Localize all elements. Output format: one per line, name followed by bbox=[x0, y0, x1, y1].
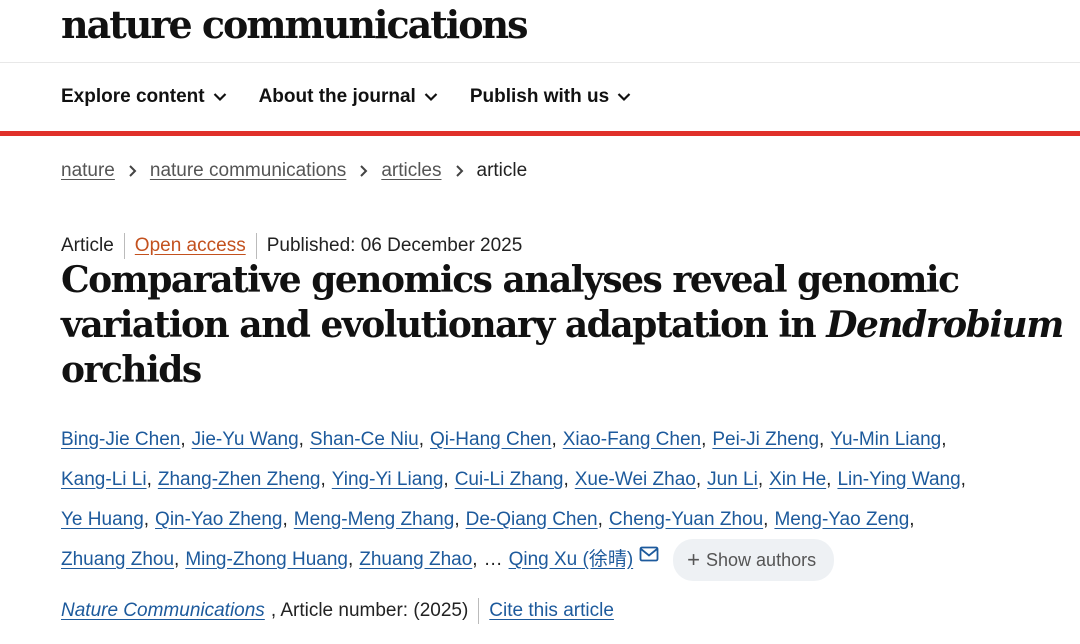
breadcrumb-articles[interactable]: articles bbox=[381, 160, 441, 182]
article-type: Article bbox=[61, 235, 114, 256]
separator: , bbox=[695, 469, 702, 490]
author-link[interactable]: Bing-Jie Chen bbox=[61, 425, 180, 455]
nav-label: Publish with us bbox=[469, 86, 610, 107]
separator: , bbox=[597, 509, 603, 530]
published-date: Published: 06 December 2025 bbox=[266, 235, 523, 256]
separator: , bbox=[763, 509, 769, 530]
nav-about-journal[interactable]: About the journal bbox=[259, 86, 438, 108]
title-text: variation and evolutionary adaptation in bbox=[61, 304, 827, 346]
separator: , bbox=[551, 429, 557, 450]
plus-icon: + bbox=[687, 547, 701, 572]
author-link[interactable]: Cheng-Yuan Zhou bbox=[609, 505, 763, 535]
meta-divider bbox=[255, 233, 257, 259]
title-line: Comparative genomics analyses reveal gen… bbox=[61, 259, 960, 301]
separator: , bbox=[298, 429, 304, 450]
breadcrumb-nature-communications[interactable]: nature communications bbox=[150, 160, 346, 182]
nav-label: Explore content bbox=[61, 86, 205, 107]
author-link[interactable]: Pei-Ji Zheng bbox=[712, 425, 819, 455]
separator: , bbox=[347, 549, 354, 570]
separator: , bbox=[757, 469, 764, 490]
separator: , bbox=[909, 509, 915, 530]
author-link[interactable]: De-Qiang Chen bbox=[466, 505, 598, 535]
chevron-down-icon bbox=[213, 93, 226, 102]
separator: , bbox=[941, 429, 947, 450]
author-link[interactable]: Yu-Min Liang bbox=[830, 425, 941, 455]
title-italic: Dendrobium bbox=[826, 304, 1064, 346]
nav-publish-with-us[interactable]: Publish with us bbox=[470, 86, 631, 108]
article-title: Comparative genomics analyses reveal gen… bbox=[61, 258, 1064, 393]
author-link[interactable]: Zhuang Zhou bbox=[61, 545, 174, 575]
title-line: variation and evolutionary adaptation in… bbox=[61, 303, 1064, 348]
breadcrumb-current: article bbox=[476, 160, 528, 181]
separator: , bbox=[146, 469, 152, 490]
separator: , bbox=[454, 509, 460, 530]
breadcrumb-nature[interactable]: nature bbox=[61, 160, 115, 182]
author-list: Bing-Jie Chen, Jie-Yu Wang, Shan-Ce Niu, Qi… bbox=[61, 420, 1061, 581]
article-number: , Article number: (2025) bbox=[270, 600, 469, 621]
show-authors-label: Show authors bbox=[706, 550, 817, 570]
author-line-last: Zhuang Zhou, Ming-Zhong Huang, Zhuang Zhao… bbox=[61, 539, 1061, 581]
chevron-right-icon bbox=[455, 165, 463, 177]
author-link[interactable]: Jie-Yu Wang bbox=[192, 425, 299, 455]
author-link[interactable]: Kang-Li Li bbox=[61, 465, 147, 495]
show-authors-button[interactable]: + Show authors bbox=[673, 539, 835, 581]
separator: , bbox=[418, 429, 424, 450]
separator: , bbox=[143, 509, 150, 530]
chevron-right-icon bbox=[360, 165, 368, 177]
author-link[interactable]: Lin-Ying Wang bbox=[837, 465, 960, 495]
nav-label: About the journal bbox=[258, 86, 416, 107]
corresponding-author-link[interactable]: Qing Xu (徐晴) bbox=[509, 545, 634, 575]
author-link[interactable]: Xiao-Fang Chen bbox=[563, 425, 701, 455]
cite-divider bbox=[478, 598, 480, 624]
author-link[interactable]: Shan-Ce Niu bbox=[310, 425, 419, 455]
author-line: Kang-Li Li, Zhang-Zhen Zheng, Ying-Yi Lian… bbox=[61, 460, 1061, 500]
separator: , bbox=[819, 429, 825, 450]
author-link[interactable]: Qi-Hang Chen bbox=[430, 425, 551, 455]
separator: , bbox=[443, 469, 449, 490]
open-access-link[interactable]: Open access bbox=[135, 235, 246, 257]
site-logo[interactable]: nature communications bbox=[61, 3, 529, 47]
article-meta: Article Open access Published: 06 Decemb… bbox=[61, 233, 522, 259]
separator: , bbox=[174, 549, 180, 570]
author-link[interactable]: Meng-Yao Zeng bbox=[774, 505, 909, 535]
author-link[interactable]: Ye Huang bbox=[61, 505, 144, 535]
author-line: Ye Huang, Qin-Yao Zheng, Meng-Meng Zhang, D… bbox=[61, 500, 1061, 540]
separator: , bbox=[180, 429, 186, 450]
breadcrumb: nature nature communications articles ar… bbox=[61, 160, 527, 182]
main-nav: Explore content About the journal Publis… bbox=[0, 63, 1080, 131]
separator: , bbox=[563, 469, 569, 490]
author-link[interactable]: Xin He bbox=[769, 465, 826, 495]
author-link[interactable]: Qin-Yao Zheng bbox=[155, 505, 282, 535]
mail-icon[interactable] bbox=[639, 546, 659, 562]
author-link[interactable]: Zhuang Zhao bbox=[359, 545, 472, 575]
author-line: Bing-Jie Chen, Jie-Yu Wang, Shan-Ce Niu, Qi… bbox=[61, 420, 1061, 460]
cite-this-article-link[interactable]: Cite this article bbox=[489, 600, 614, 622]
accent-divider bbox=[0, 131, 1080, 136]
author-link[interactable]: Cui-Li Zhang bbox=[455, 465, 564, 495]
masthead: nature communications bbox=[0, 0, 1080, 63]
separator: , bbox=[960, 469, 966, 490]
separator: , bbox=[282, 509, 288, 530]
nav-explore-content[interactable]: Explore content bbox=[61, 86, 227, 108]
author-link[interactable]: Ming-Zhong Huang bbox=[185, 545, 348, 575]
author-link[interactable]: Ying-Yi Liang bbox=[332, 465, 444, 495]
author-link[interactable]: Jun Li bbox=[707, 465, 758, 495]
journal-link[interactable]: Nature Communications bbox=[61, 600, 265, 622]
citation-line: Nature Communications , Article number: … bbox=[61, 598, 614, 624]
ellipsis: … bbox=[483, 549, 503, 570]
author-link[interactable]: Zhang-Zhen Zheng bbox=[158, 465, 321, 495]
author-link[interactable]: Meng-Meng Zhang bbox=[294, 505, 455, 535]
separator: , bbox=[472, 549, 478, 570]
author-link[interactable]: Xue-Wei Zhao bbox=[575, 465, 696, 495]
meta-divider bbox=[123, 233, 125, 259]
separator: , bbox=[320, 469, 326, 490]
separator: , bbox=[826, 469, 832, 490]
title-line: orchids bbox=[61, 349, 202, 391]
separator: , bbox=[701, 429, 707, 450]
chevron-down-icon bbox=[424, 93, 438, 102]
chevron-right-icon bbox=[129, 165, 137, 177]
chevron-down-icon bbox=[617, 93, 631, 102]
